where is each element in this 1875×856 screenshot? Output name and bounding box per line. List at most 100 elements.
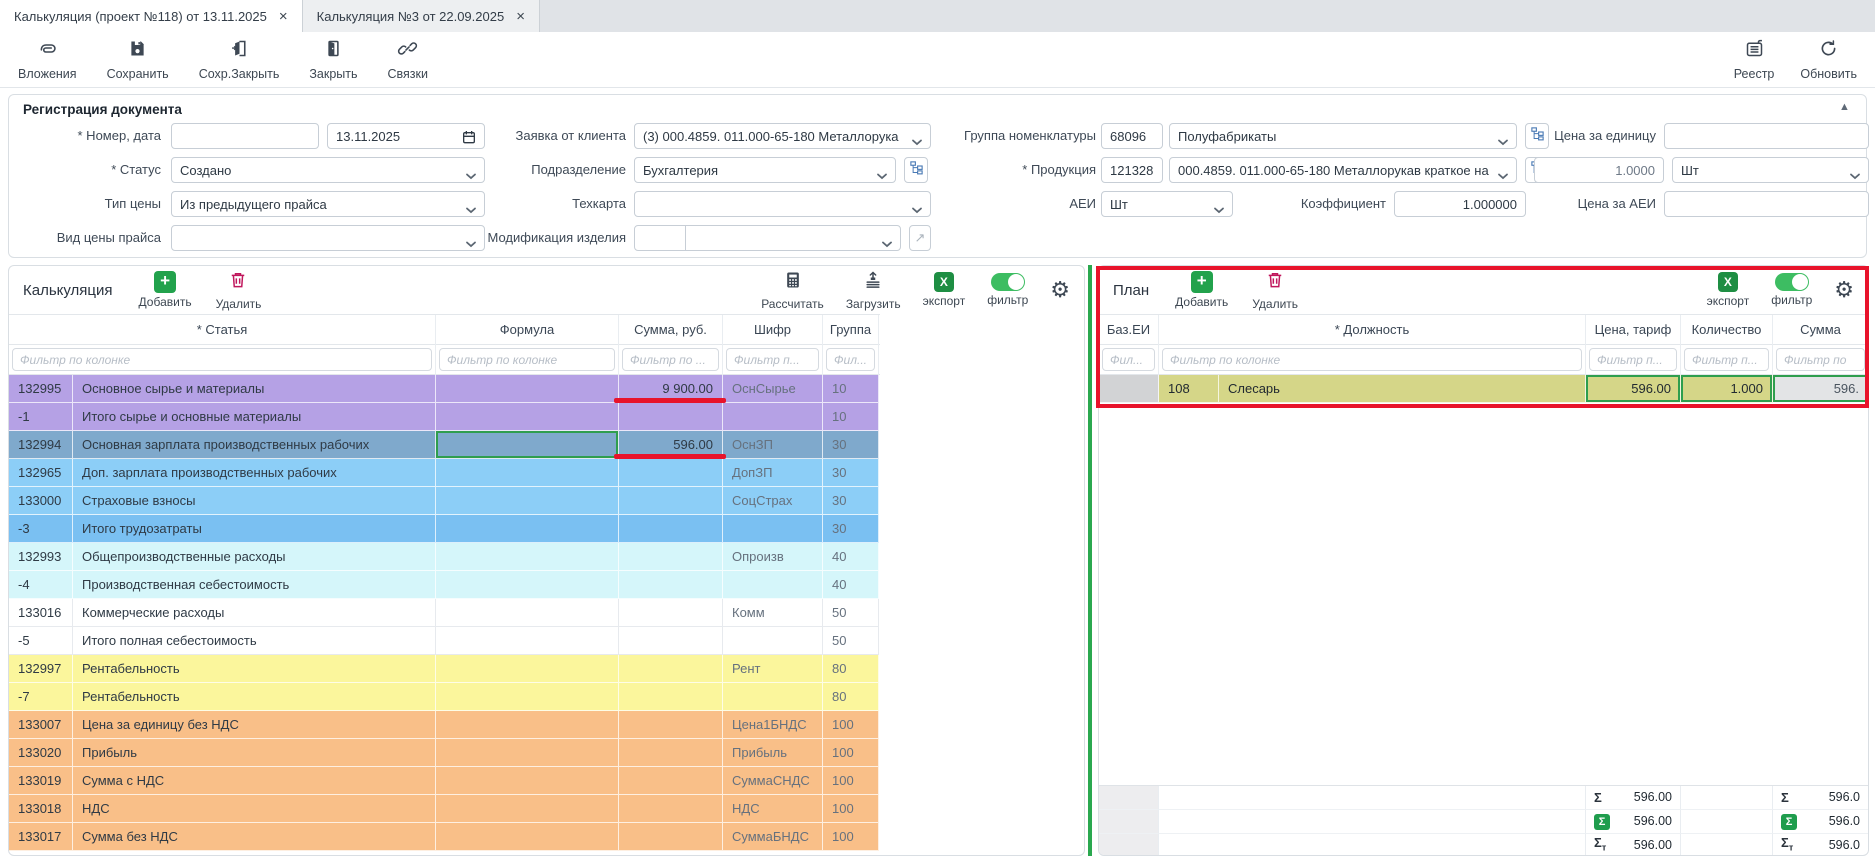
cell-id[interactable]: -5: [9, 627, 73, 655]
cell-gruppa[interactable]: 50: [823, 627, 879, 655]
cell-statya[interactable]: Прибыль: [73, 739, 436, 767]
cell-id[interactable]: 133018: [9, 795, 73, 823]
cell-id[interactable]: 132994: [9, 431, 73, 459]
table-row[interactable]: -4Производственная себестоимость 40: [9, 571, 880, 599]
table-row[interactable]: 108 Слесарь 596.00 1.000 596.: [1099, 375, 1869, 403]
table-row[interactable]: 133017Сумма без НДССуммаБНДС100: [9, 823, 880, 851]
cell-id[interactable]: -4: [9, 571, 73, 599]
tab-calc-3[interactable]: Калькуляция №3 от 22.09.2025 ×: [303, 0, 540, 32]
links-button[interactable]: Связки: [388, 38, 428, 81]
cell-statya[interactable]: Цена за единицу без НДС: [73, 711, 436, 739]
column-header-gruppa[interactable]: Группа: [823, 315, 879, 345]
cell-summa[interactable]: [619, 767, 723, 795]
cell-shifr[interactable]: ДопЗП: [723, 459, 823, 487]
cell-statya[interactable]: Производственная себестоимость: [73, 571, 436, 599]
add-row-button[interactable]: + Добавить: [139, 271, 192, 309]
cell-summa[interactable]: [619, 627, 723, 655]
cell-formula[interactable]: [436, 375, 619, 403]
price-kind-select[interactable]: [171, 225, 485, 251]
filter-kolichestvo-input[interactable]: [1684, 348, 1769, 371]
cell-formula[interactable]: [436, 515, 619, 543]
cell-summa[interactable]: 9 900.00: [619, 375, 723, 403]
column-header-baz-ei[interactable]: Баз.ЕИ: [1099, 315, 1159, 345]
panel-splitter[interactable]: [1088, 265, 1092, 856]
cell-id[interactable]: 133000: [9, 487, 73, 515]
cell-summa[interactable]: [619, 403, 723, 431]
cell-formula[interactable]: [436, 823, 619, 851]
registry-button[interactable]: Реестр: [1734, 38, 1775, 81]
cell-summa[interactable]: [619, 655, 723, 683]
price-type-select[interactable]: Из предыдущего прайса: [171, 191, 485, 217]
cell-shifr[interactable]: Цена1БНДС: [723, 711, 823, 739]
nomenclature-group-code-input[interactable]: [1101, 123, 1163, 149]
collapse-section-icon[interactable]: ▲: [1839, 101, 1850, 113]
cell-sum[interactable]: 596.: [1773, 375, 1869, 403]
cell-formula[interactable]: [436, 711, 619, 739]
table-row[interactable]: 132993Общепроизводственные расходыОпроиз…: [9, 543, 880, 571]
cell-price[interactable]: 596.00: [1586, 375, 1681, 403]
cell-formula[interactable]: [436, 767, 619, 795]
unit-price-input[interactable]: [1664, 123, 1869, 149]
cell-position[interactable]: Слесарь: [1219, 375, 1586, 403]
close-icon[interactable]: ×: [516, 9, 525, 24]
cell-gruppa[interactable]: 100: [823, 739, 879, 767]
cell-gruppa[interactable]: 40: [823, 571, 879, 599]
quantity-input[interactable]: [1534, 157, 1664, 183]
cell-shifr[interactable]: ОснСырье: [723, 375, 823, 403]
cell-shifr[interactable]: Рент: [723, 655, 823, 683]
cell-summa[interactable]: [619, 459, 723, 487]
filter-toggle[interactable]: фильтр: [987, 273, 1028, 307]
cell-gruppa[interactable]: 100: [823, 795, 879, 823]
table-row[interactable]: 133000Страховые взносыСоцСтрах30: [9, 487, 880, 515]
column-header-formula[interactable]: Формула: [436, 315, 619, 345]
cell-statya[interactable]: Доп. зарплата производственных рабочих: [73, 459, 436, 487]
grid-settings-button[interactable]: ⚙: [1834, 277, 1854, 303]
cell-summa[interactable]: [619, 599, 723, 627]
cell-gruppa[interactable]: 30: [823, 515, 879, 543]
close-button[interactable]: Закрыть: [309, 38, 357, 81]
cell-statya[interactable]: Сумма с НДС: [73, 767, 436, 795]
cell-formula[interactable]: [436, 403, 619, 431]
cell-shifr[interactable]: НДС: [723, 795, 823, 823]
cell-summa[interactable]: [619, 487, 723, 515]
cell-statya[interactable]: Общепроизводственные расходы: [73, 543, 436, 571]
quantity-unit-select[interactable]: Шт: [1672, 157, 1869, 183]
production-code-input[interactable]: [1101, 157, 1163, 183]
cell-shifr[interactable]: [723, 515, 823, 543]
cell-summa[interactable]: [619, 795, 723, 823]
filter-formula-input[interactable]: [439, 348, 615, 371]
table-row[interactable]: 132997РентабельностьРент80: [9, 655, 880, 683]
department-select[interactable]: Бухгалтерия: [634, 157, 896, 183]
cell-statya[interactable]: НДС: [73, 795, 436, 823]
cell-id[interactable]: 132997: [9, 655, 73, 683]
cell-shifr[interactable]: СуммаСНДС: [723, 767, 823, 795]
techcard-select[interactable]: [634, 191, 931, 217]
status-select[interactable]: Создано: [171, 157, 485, 183]
cell-formula[interactable]: [436, 571, 619, 599]
filter-gruppa-input[interactable]: [826, 348, 875, 371]
cell-gruppa[interactable]: 50: [823, 599, 879, 627]
cell-shifr[interactable]: [723, 627, 823, 655]
cell-shifr[interactable]: СоцСтрах: [723, 487, 823, 515]
cell-id[interactable]: 133019: [9, 767, 73, 795]
cell-gruppa[interactable]: 100: [823, 711, 879, 739]
load-button[interactable]: Загрузить: [846, 270, 901, 311]
column-header-summa[interactable]: Сумма: [1773, 315, 1869, 345]
cell-summa[interactable]: 596.00: [619, 431, 723, 459]
save-close-button[interactable]: Сохр.Закрыть: [199, 38, 280, 81]
cell-summa[interactable]: [619, 823, 723, 851]
cell-shifr[interactable]: [723, 403, 823, 431]
cell-summa[interactable]: [619, 515, 723, 543]
table-row[interactable]: -7Рентабельность80: [9, 683, 880, 711]
cell-qty[interactable]: 1.000: [1681, 375, 1773, 403]
cell-formula[interactable]: [436, 543, 619, 571]
cell-id[interactable]: 133016: [9, 599, 73, 627]
table-row[interactable]: 132965Доп. зарплата производственных раб…: [9, 459, 880, 487]
table-row[interactable]: 133007Цена за единицу без НДСЦена1БНДС10…: [9, 711, 880, 739]
grid-settings-button[interactable]: ⚙: [1050, 277, 1070, 303]
save-button[interactable]: Сохранить: [107, 38, 169, 81]
close-icon[interactable]: ×: [279, 9, 288, 24]
filter-summa-input[interactable]: [622, 348, 719, 371]
table-row[interactable]: 133020ПрибыльПрибыль100: [9, 739, 880, 767]
filter-summa-input[interactable]: [1776, 348, 1865, 371]
